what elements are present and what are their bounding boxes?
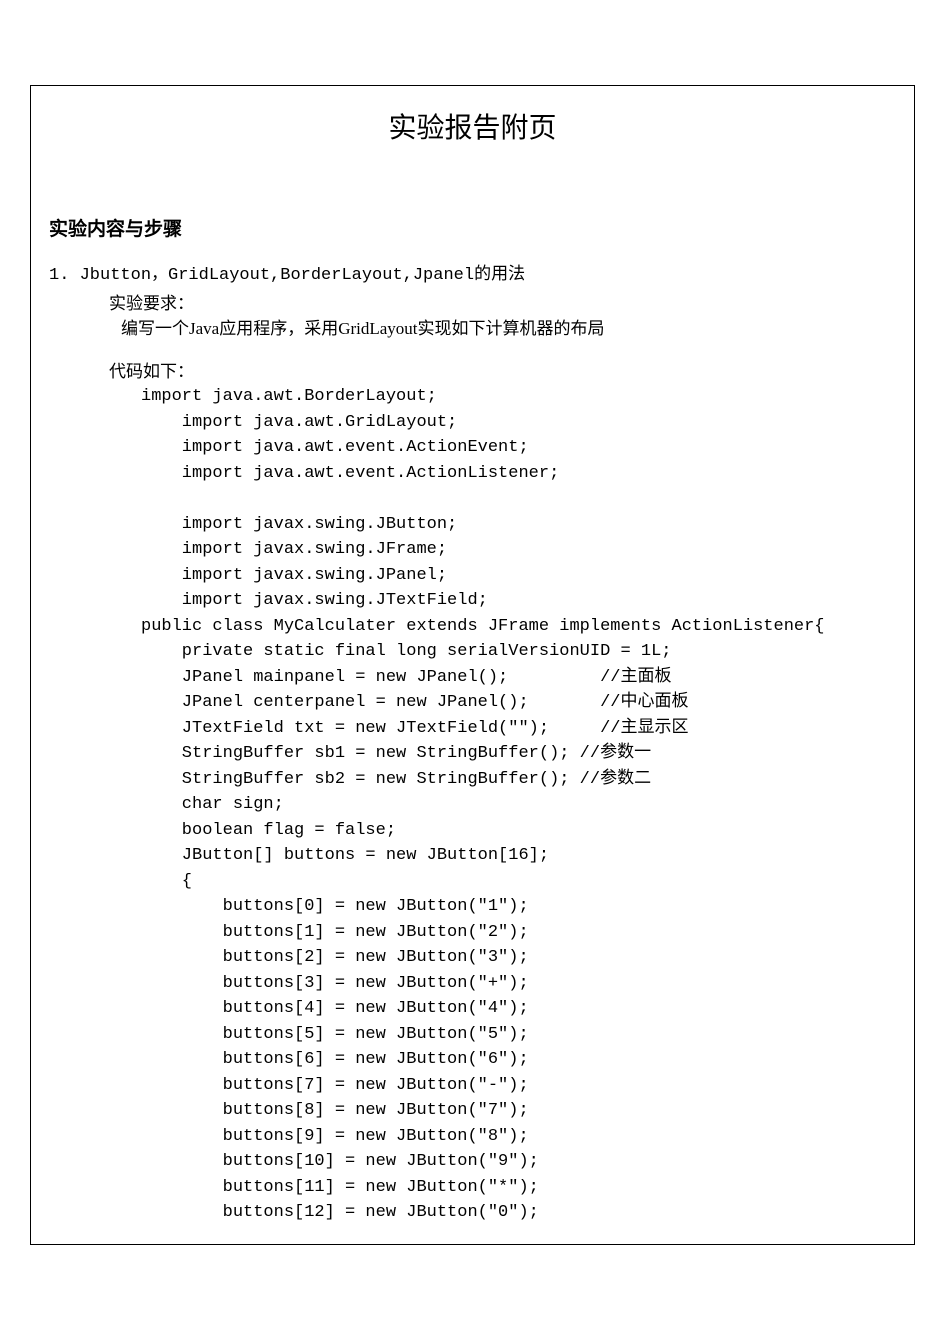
page: 实验报告附页 实验内容与步骤 1. Jbutton，GridLayout,Bor… <box>0 0 945 1337</box>
code-block: import java.awt.BorderLayout; import jav… <box>49 384 896 1226</box>
section-heading: 实验内容与步骤 <box>49 214 896 241</box>
item-title: Jbutton，GridLayout,BorderLayout,Jpanel的用… <box>80 266 525 285</box>
page-title: 实验报告附页 <box>49 106 896 146</box>
requirement-label: 实验要求： <box>49 289 896 314</box>
list-item-1: 1. Jbutton，GridLayout,BorderLayout,Jpane… <box>49 259 896 285</box>
requirement-text: 编写一个Java应用程序，采用GridLayout实现如下计算机器的布局 <box>49 314 896 339</box>
document-frame: 实验报告附页 实验内容与步骤 1. Jbutton，GridLayout,Bor… <box>30 85 915 1245</box>
code-label: 代码如下： <box>49 357 896 382</box>
item-number: 1. <box>49 266 69 285</box>
